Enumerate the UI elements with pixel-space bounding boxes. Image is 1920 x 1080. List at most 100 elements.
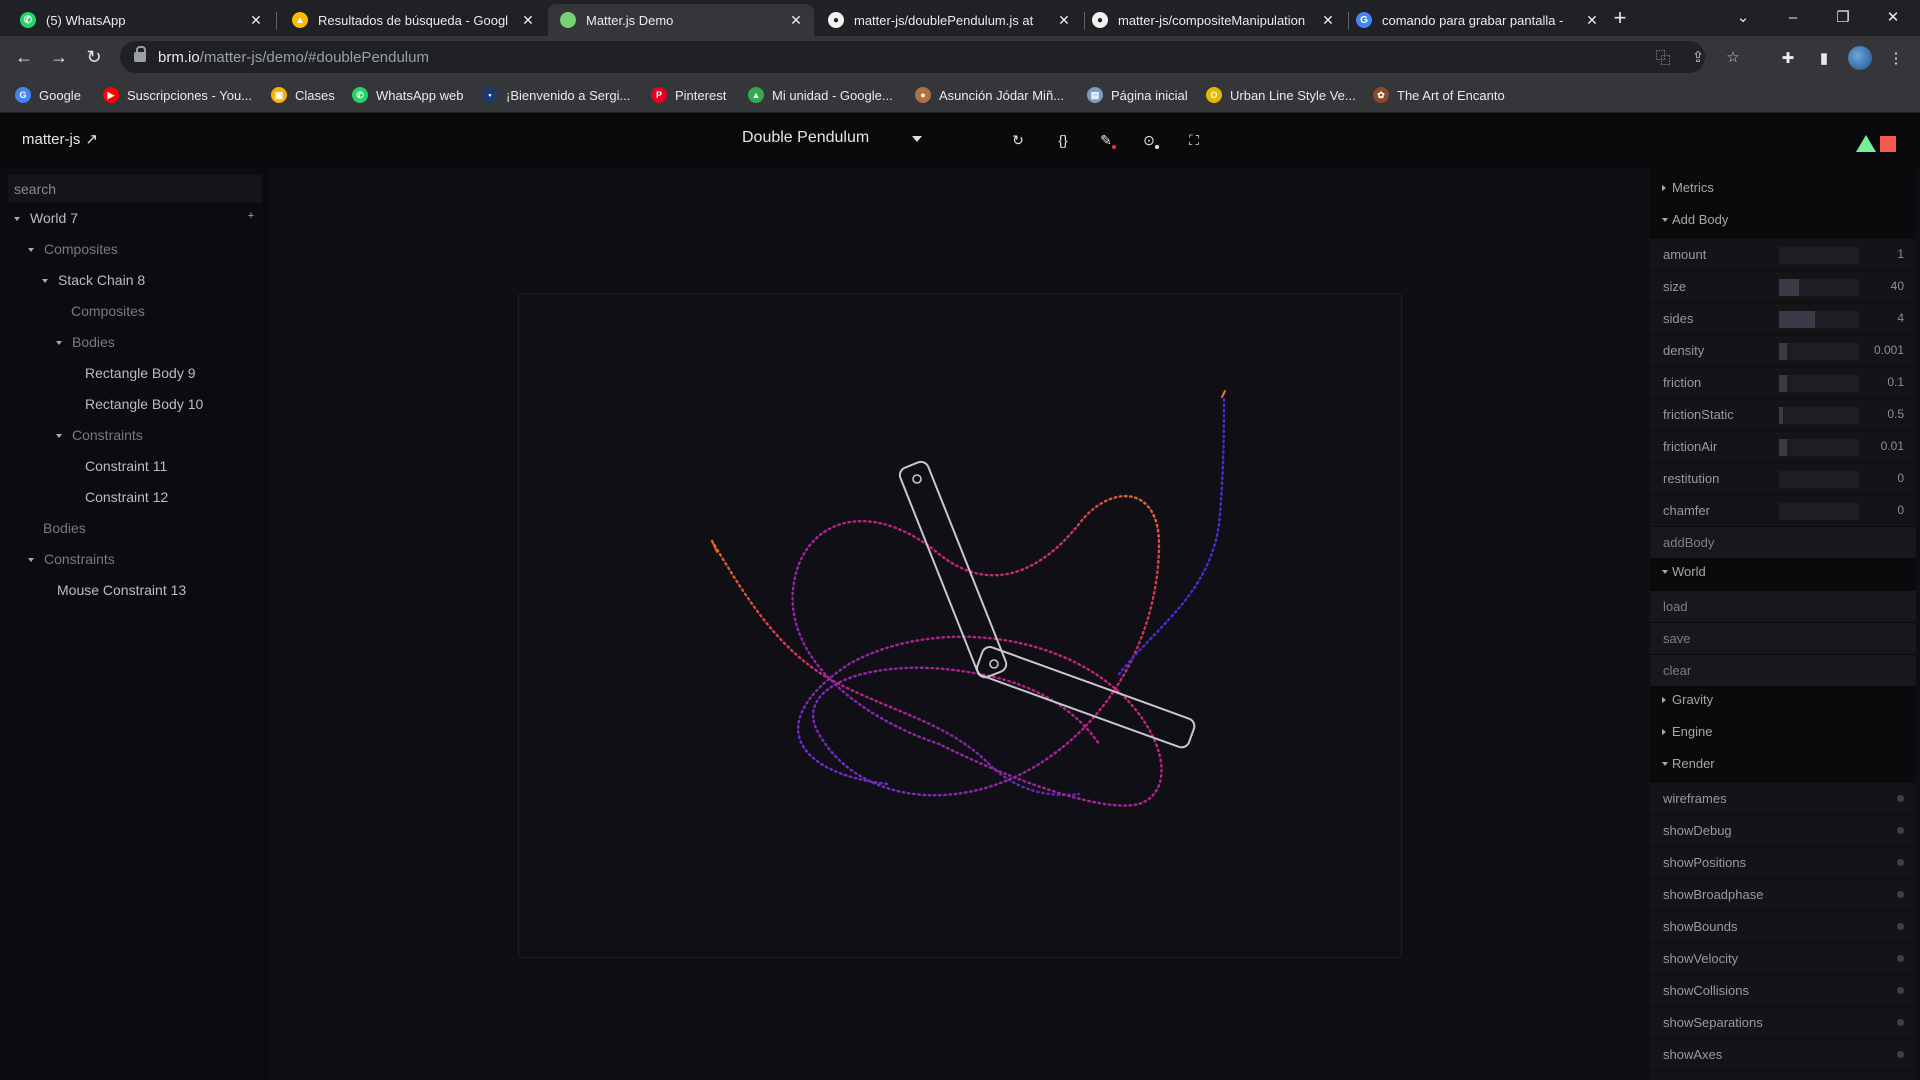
bookmark-item[interactable]: ● Asunción Jódar Miñ...	[915, 86, 1064, 104]
expand-triangle-icon[interactable]	[28, 558, 34, 563]
tree-node[interactable]: Constraints	[28, 549, 115, 569]
lock-icon[interactable]	[134, 46, 146, 62]
side-panel-icon[interactable]: ▮	[1812, 46, 1836, 70]
slider-frictionStatic[interactable]: frictionStatic 0.5	[1650, 399, 1916, 431]
slider-track[interactable]	[1779, 503, 1859, 520]
edit-pencil-icon[interactable]: ✎	[1095, 129, 1117, 151]
tree-node[interactable]: Mouse Constraint 13	[57, 580, 186, 600]
slider-track[interactable]	[1779, 343, 1859, 360]
toggle-indicator[interactable]	[1897, 891, 1904, 898]
bookmark-item[interactable]: ✿ The Art of Encanto	[1373, 86, 1505, 104]
tree-node[interactable]: Constraint 12	[85, 487, 168, 507]
menu-kebab-icon[interactable]: ⋮	[1884, 46, 1908, 70]
inspector-target-icon[interactable]: ⊙	[1138, 129, 1160, 151]
tree-node[interactable]: Composites	[28, 239, 118, 259]
browser-tab[interactable]: Gcomando para grabar pantalla - ✕	[1344, 4, 1610, 36]
slider-track[interactable]	[1779, 279, 1859, 296]
simulation-render[interactable]	[519, 294, 1402, 958]
close-window-icon[interactable]: ✕	[1870, 0, 1916, 34]
bookmark-item[interactable]: ✆ WhatsApp web	[352, 86, 463, 104]
toggle-showAxes[interactable]: showAxes	[1650, 1039, 1916, 1071]
slider-restitution[interactable]: restitution 0	[1650, 463, 1916, 495]
bookmark-item[interactable]: P Pinterest	[651, 86, 726, 104]
expand-triangle-icon[interactable]	[14, 217, 20, 222]
tree-node[interactable]: Constraints	[56, 425, 143, 445]
rectangle-body-10[interactable]	[975, 645, 1197, 750]
bookmark-item[interactable]: ▶ Suscripciones - You...	[103, 86, 252, 104]
tab-close-icon[interactable]: ✕	[248, 12, 264, 29]
folder-gravity[interactable]: Gravity	[1650, 687, 1916, 713]
toggle-showBroadphase[interactable]: showBroadphase	[1650, 879, 1916, 911]
folder-add-body[interactable]: Add Body	[1650, 207, 1916, 233]
tree-node[interactable]: Stack Chain 8	[42, 270, 145, 290]
demo-select[interactable]: Double Pendulum	[742, 129, 922, 151]
toggle-showPositions[interactable]: showPositions	[1650, 847, 1916, 879]
slider-sides[interactable]: sides 4	[1650, 303, 1916, 335]
slider-track[interactable]	[1779, 407, 1859, 424]
toggle-indicator[interactable]	[1897, 1051, 1904, 1058]
bookmark-item[interactable]: O Urban Line Style Ve...	[1206, 86, 1356, 104]
toggle-showAngleIndicator[interactable]: showAngleIndicator	[1650, 1071, 1916, 1080]
tab-close-icon[interactable]: ✕	[520, 12, 536, 29]
folder-world[interactable]: World	[1650, 559, 1916, 585]
toggle-showCollisions[interactable]: showCollisions	[1650, 975, 1916, 1007]
slider-density[interactable]: density 0.001	[1650, 335, 1916, 367]
expand-triangle-icon[interactable]	[56, 434, 62, 439]
button-save[interactable]: save	[1650, 623, 1916, 655]
tree-node[interactable]: Rectangle Body 9	[85, 363, 196, 383]
profile-avatar[interactable]	[1848, 46, 1872, 70]
bookmark-star-icon[interactable]: ☆	[1721, 45, 1745, 69]
button-clear[interactable]: clear	[1650, 655, 1916, 687]
tree-node[interactable]: Composites	[71, 301, 145, 321]
toggle-indicator[interactable]	[1897, 923, 1904, 930]
slider-track[interactable]	[1779, 311, 1859, 328]
source-code-icon[interactable]: {}	[1052, 129, 1074, 151]
slider-friction[interactable]: friction 0.1	[1650, 367, 1916, 399]
pendulum-arm-lower[interactable]	[975, 645, 1197, 750]
expand-triangle-icon[interactable]	[42, 279, 48, 284]
expand-triangle-icon[interactable]	[56, 341, 62, 346]
toggle-showDebug[interactable]: showDebug	[1650, 815, 1916, 847]
button-load[interactable]: load	[1650, 591, 1916, 623]
url-text[interactable]: brm.io/matter-js/demo/#doublePendulum	[158, 49, 429, 66]
slider-frictionAir[interactable]: frictionAir 0.01	[1650, 431, 1916, 463]
toggle-showSeparations[interactable]: showSeparations	[1650, 1007, 1916, 1039]
browser-tab[interactable]: ✆ (5) WhatsApp ✕	[8, 4, 274, 36]
tab-close-icon[interactable]: ✕	[788, 12, 804, 29]
slider-amount[interactable]: amount 1	[1650, 239, 1916, 271]
inspector-search-input[interactable]	[8, 175, 262, 203]
restore-icon[interactable]: ❐	[1820, 0, 1866, 34]
browser-tab[interactable]: ▲ Resultados de búsqueda - Googl ✕	[280, 4, 546, 36]
tree-node[interactable]: Rectangle Body 10	[85, 394, 203, 414]
browser-tab[interactable]: ● matter-js/compositeManipulation ✕	[1080, 4, 1346, 36]
toggle-showVelocity[interactable]: showVelocity	[1650, 943, 1916, 975]
forward-arrow-icon[interactable]: →	[44, 42, 74, 72]
reset-icon[interactable]: ↻	[1007, 129, 1029, 151]
slider-track[interactable]	[1779, 375, 1859, 392]
slider-track[interactable]	[1779, 439, 1859, 456]
reload-icon[interactable]: ↻	[79, 42, 109, 72]
new-tab-plus-icon[interactable]: +	[1608, 6, 1632, 30]
toggle-indicator[interactable]	[1897, 987, 1904, 994]
slider-track[interactable]	[1779, 247, 1859, 264]
browser-tab[interactable]: ● matter-js/doublePendulum.js at ✕	[816, 4, 1082, 36]
toggle-showBounds[interactable]: showBounds	[1650, 911, 1916, 943]
extensions-puzzle-icon[interactable]: ✚	[1776, 46, 1800, 70]
add-plus-icon[interactable]: +	[245, 210, 257, 222]
bookmark-item[interactable]: ▤ Página inicial	[1087, 86, 1188, 104]
folder-engine[interactable]: Engine	[1650, 719, 1916, 745]
tab-close-icon[interactable]: ✕	[1584, 12, 1600, 29]
toggle-indicator[interactable]	[1897, 795, 1904, 802]
share-icon[interactable]: ⇪	[1686, 45, 1710, 69]
button-addBody[interactable]: addBody	[1650, 527, 1916, 559]
bookmark-item[interactable]: • ¡Bienvenido a Sergi...	[482, 86, 630, 104]
bookmark-item[interactable]: ▣ Clases	[271, 86, 335, 104]
tab-close-icon[interactable]: ✕	[1056, 12, 1072, 29]
folder-render[interactable]: Render	[1650, 751, 1916, 777]
translate-icon[interactable]: ⿻	[1651, 45, 1675, 69]
matter-js-home-link[interactable]: matter-js ↗	[22, 130, 98, 148]
folder-metrics[interactable]: Metrics	[1650, 175, 1916, 201]
tab-close-icon[interactable]: ✕	[1320, 12, 1336, 29]
tree-node[interactable]: Bodies	[56, 332, 115, 352]
slider-size[interactable]: size 40	[1650, 271, 1916, 303]
